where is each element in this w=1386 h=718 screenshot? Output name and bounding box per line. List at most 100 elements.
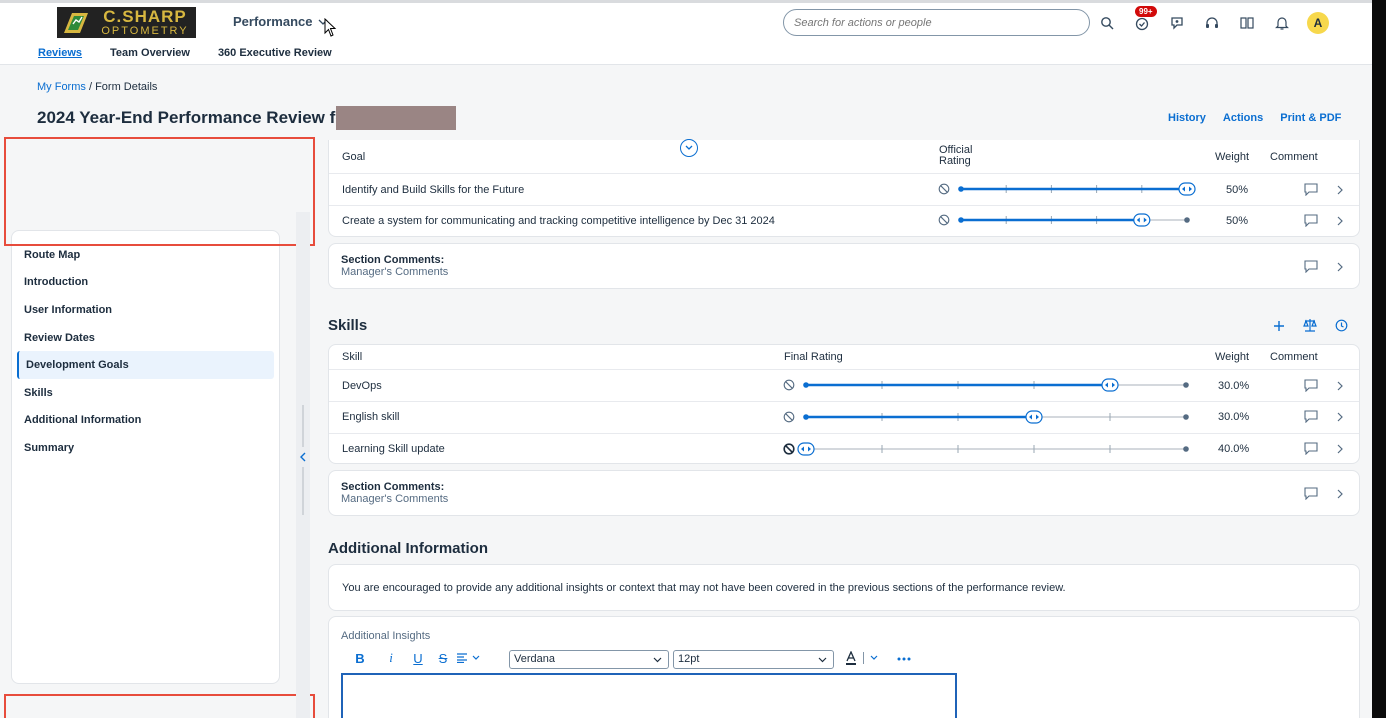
highlight-box-top <box>4 137 315 246</box>
subnav-reviews[interactable]: Reviews <box>38 47 82 59</box>
window-edge <box>1372 0 1386 718</box>
search-button[interactable] <box>1097 13 1117 33</box>
support-button[interactable] <box>1202 13 1222 33</box>
chevron-right-icon[interactable] <box>1337 262 1344 272</box>
goal-rating-slider[interactable] <box>938 180 1196 198</box>
section-comments-subtitle: Manager's Comments <box>341 493 449 505</box>
comment-icon[interactable] <box>1304 410 1318 423</box>
strikethrough-button[interactable]: S <box>436 651 450 666</box>
nav-item-summary[interactable]: Summary <box>17 434 274 462</box>
nav-item-additional-information[interactable]: Additional Information <box>17 407 274 435</box>
sub-navigation: Reviews Team Overview 360 Executive Revi… <box>38 47 332 59</box>
no-rating-icon <box>938 214 950 226</box>
mouse-pointer-icon <box>324 18 337 37</box>
breadcrumb: My Forms / Form Details <box>37 81 157 93</box>
shell-bar: C.SHARP OPTOMETRY Performance Reviews Te… <box>0 0 1372 65</box>
check-circle-icon <box>1135 17 1149 31</box>
more-options-icon[interactable] <box>897 657 911 661</box>
comment-icon[interactable] <box>1304 260 1318 273</box>
chevron-right-icon[interactable] <box>1337 444 1344 454</box>
todo-badge: 99+ <box>1135 6 1157 17</box>
redacted-name <box>336 106 456 130</box>
chevron-right-icon[interactable] <box>1337 489 1344 499</box>
nav-item-review-dates[interactable]: Review Dates <box>17 324 274 352</box>
align-dropdown[interactable] <box>456 653 480 663</box>
info-circle-icon[interactable] <box>1335 319 1348 332</box>
section-comments-subtitle: Manager's Comments <box>341 266 449 278</box>
no-rating-icon <box>783 443 795 455</box>
scale-balance-icon[interactable] <box>1303 318 1317 332</box>
additional-info-intro: You are encouraged to provide any additi… <box>328 564 1360 611</box>
collapse-panel-button[interactable] <box>297 448 309 466</box>
skill-row[interactable]: English skill 30.0% <box>329 401 1359 433</box>
history-link[interactable]: History <box>1168 112 1206 124</box>
notifications-todo-button[interactable]: 99+ <box>1132 6 1157 33</box>
chevron-down-icon <box>818 657 827 663</box>
module-switcher[interactable]: Performance <box>233 14 328 29</box>
chevron-right-icon[interactable] <box>1337 412 1344 422</box>
comment-icon[interactable] <box>1304 487 1318 500</box>
goal-name: Identify and Build Skills for the Future <box>342 184 525 196</box>
nav-item-user-information[interactable]: User Information <box>17 296 274 324</box>
goal-row[interactable]: Identify and Build Skills for the Future… <box>329 173 1359 205</box>
section-nav-list: Route Map Introduction User Information … <box>17 241 274 462</box>
chevron-right-icon[interactable] <box>1337 216 1344 226</box>
goals-section-comments[interactable]: Section Comments: Manager's Comments <box>328 243 1360 289</box>
skill-rating-slider[interactable] <box>783 376 1195 394</box>
additional-insights-editor[interactable] <box>341 673 957 718</box>
text-color-icon <box>846 651 856 665</box>
nav-item-development-goals[interactable]: Development Goals <box>17 351 274 379</box>
skill-rating-slider[interactable] <box>783 408 1195 426</box>
slider-handle <box>1178 182 1196 196</box>
goal-name: Create a system for communicating and tr… <box>342 215 775 227</box>
additional-info-title: Additional Information <box>328 540 488 557</box>
additional-insights-label: Additional Insights <box>341 630 431 642</box>
nav-item-introduction[interactable]: Introduction <box>17 269 274 297</box>
breadcrumb-my-forms[interactable]: My Forms <box>37 81 86 93</box>
search-input[interactable] <box>783 9 1090 36</box>
underline-button[interactable]: U <box>411 651 425 666</box>
text-color-button[interactable] <box>845 651 878 665</box>
learning-button[interactable] <box>1237 13 1257 33</box>
print-pdf-link[interactable]: Print & PDF <box>1280 112 1341 124</box>
font-size-select[interactable]: 12pt <box>673 650 834 669</box>
font-family-select[interactable]: Verdana <box>509 650 669 669</box>
nav-item-skills[interactable]: Skills <box>17 379 274 407</box>
scroll-to-top-button[interactable] <box>680 139 698 157</box>
comment-icon[interactable] <box>1304 442 1318 455</box>
comment-icon[interactable] <box>1304 379 1318 392</box>
user-avatar[interactable]: A <box>1307 12 1329 34</box>
slider-end-dot <box>1183 414 1189 420</box>
add-icon[interactable] <box>1273 320 1285 332</box>
company-logo[interactable]: C.SHARP OPTOMETRY <box>57 7 196 38</box>
goal-row[interactable]: Create a system for communicating and tr… <box>329 205 1359 237</box>
chevron-right-icon[interactable] <box>1337 185 1344 195</box>
comment-icon[interactable] <box>1304 214 1318 227</box>
rating-col-header: Official Rating <box>939 145 972 167</box>
font-size-value: 12pt <box>678 653 700 665</box>
highlight-box-bottom <box>4 694 315 718</box>
italic-button[interactable]: i <box>384 650 398 666</box>
top-border <box>0 0 1372 3</box>
book-icon <box>1240 17 1254 29</box>
goal-rating-slider[interactable] <box>938 211 1196 229</box>
skill-weight: 30.0% <box>1218 380 1250 392</box>
skills-title: Skills <box>328 317 368 334</box>
skill-row[interactable]: Learning Skill update 40.0% <box>329 433 1359 465</box>
subnav-team-overview[interactable]: Team Overview <box>110 47 190 59</box>
chevron-right-icon[interactable] <box>1337 381 1344 391</box>
chevron-down-icon <box>472 655 480 660</box>
slider-handle <box>1025 410 1043 424</box>
bold-button[interactable]: B <box>353 651 367 666</box>
weight-col-header: Weight <box>1215 351 1250 363</box>
actions-link[interactable]: Actions <box>1223 112 1263 124</box>
subnav-360-review[interactable]: 360 Executive Review <box>218 47 332 59</box>
notification-bell-button[interactable] <box>1272 13 1292 33</box>
skills-section-comments[interactable]: Section Comments: Manager's Comments <box>328 470 1360 516</box>
font-family-value: Verdana <box>514 653 555 665</box>
assistant-button[interactable] <box>1167 13 1187 33</box>
goal-weight: 50% <box>1226 215 1249 227</box>
skill-rating-slider[interactable] <box>783 440 1195 458</box>
skill-row[interactable]: DevOps 30.0% <box>329 369 1359 401</box>
comment-icon[interactable] <box>1304 183 1318 196</box>
